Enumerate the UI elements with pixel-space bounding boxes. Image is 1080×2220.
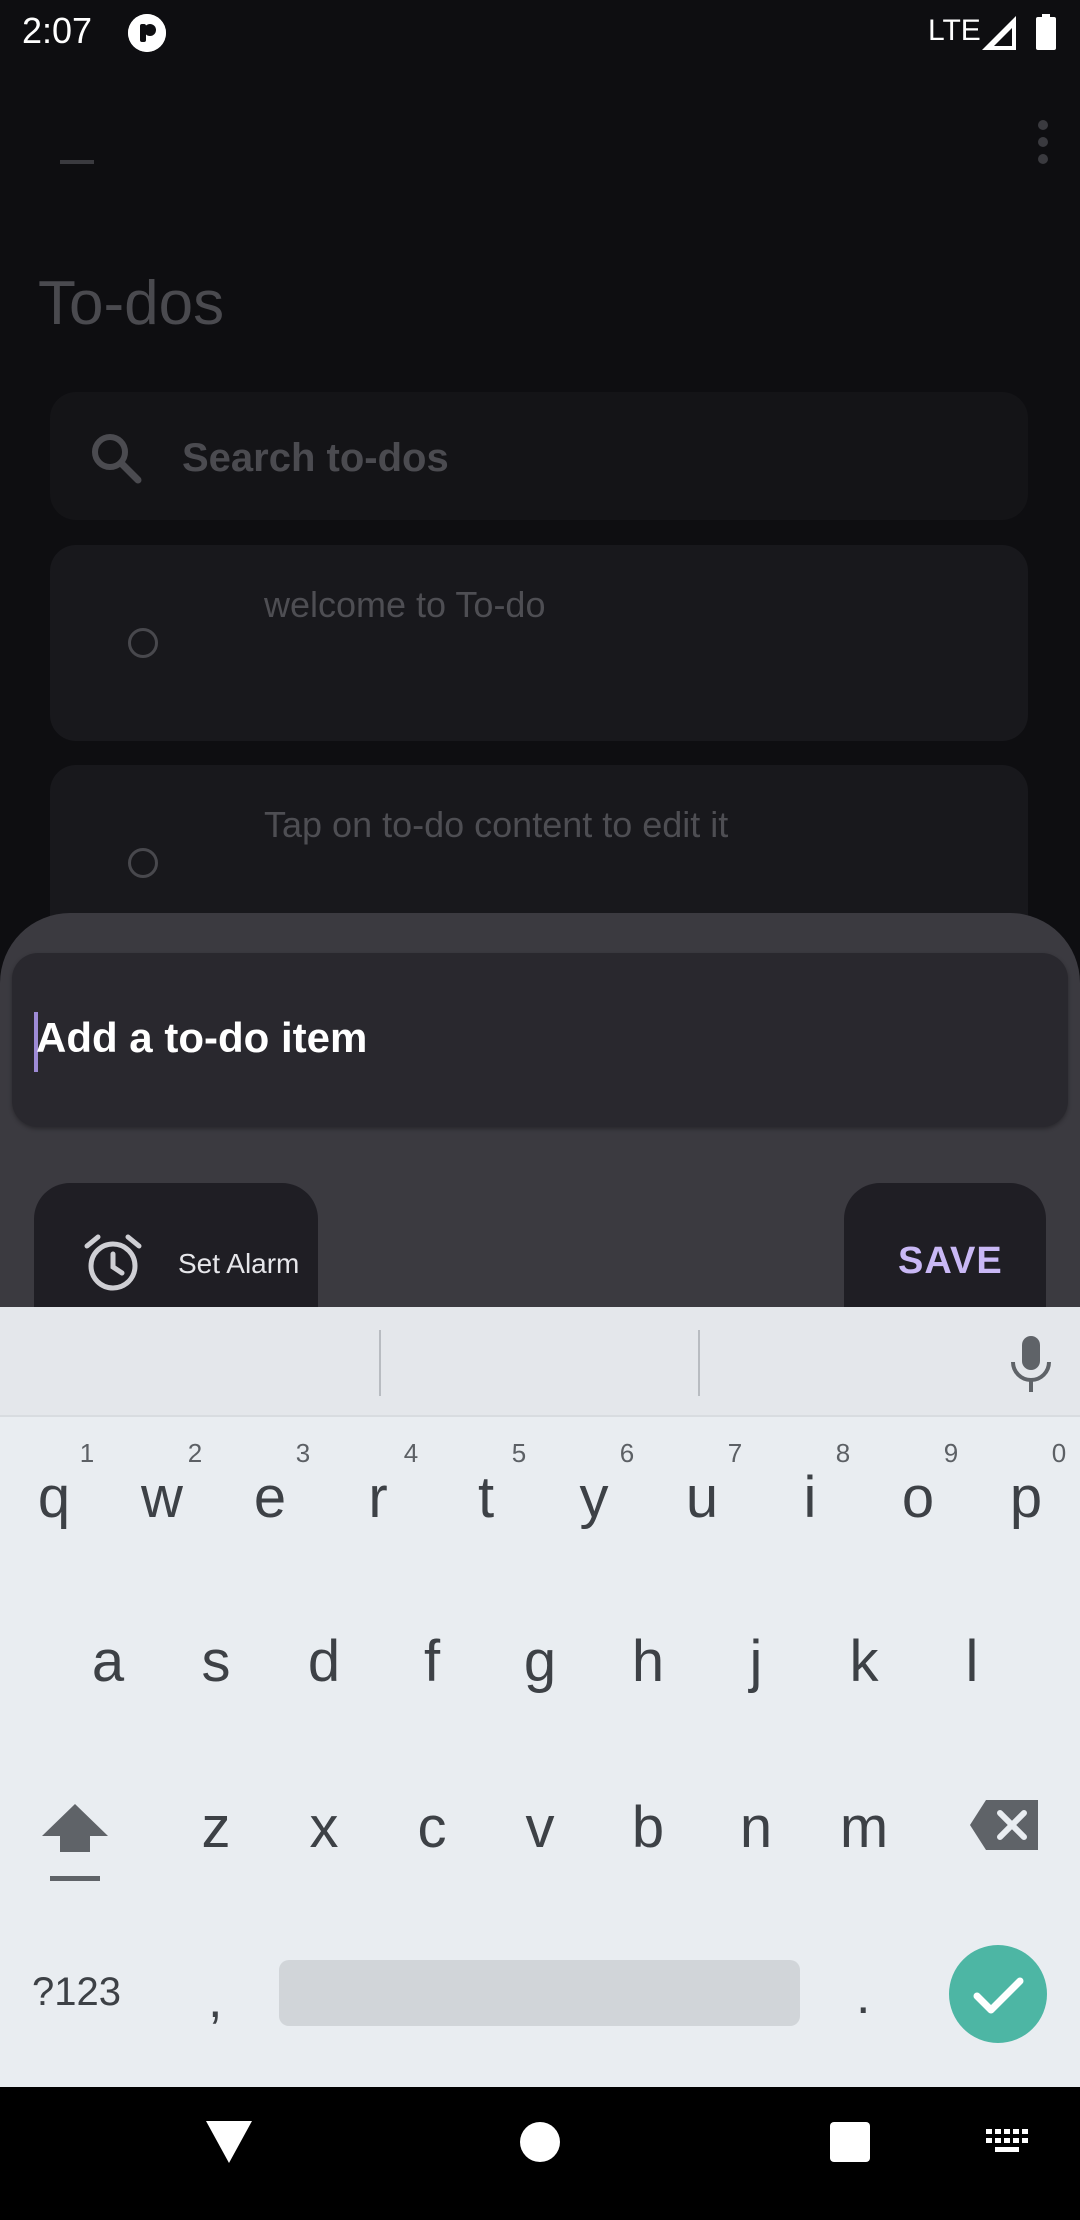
space-bar[interactable] bbox=[279, 1960, 800, 2026]
key-a[interactable]: a bbox=[68, 1628, 148, 1695]
more-vertical-icon[interactable] bbox=[1038, 120, 1050, 164]
key-b[interactable]: b bbox=[608, 1794, 688, 1861]
todo-input-text[interactable]: Add a to-do item bbox=[36, 1014, 367, 1062]
key-c[interactable]: c bbox=[392, 1794, 472, 1861]
key-u[interactable]: u bbox=[662, 1464, 742, 1531]
signal-icon bbox=[982, 16, 1016, 50]
suggestion-bar bbox=[0, 1307, 1080, 1417]
key-f[interactable]: f bbox=[392, 1628, 472, 1695]
symbols-key[interactable]: ?123 bbox=[32, 1970, 121, 2015]
alarm-clock-icon bbox=[82, 1232, 144, 1294]
status-bar: 2:07 LTE bbox=[0, 0, 1080, 66]
key-v[interactable]: v bbox=[500, 1794, 580, 1861]
suggestion-divider bbox=[698, 1330, 700, 1396]
key-g[interactable]: g bbox=[500, 1628, 580, 1695]
key-o[interactable]: o bbox=[878, 1464, 958, 1531]
suggestion-divider bbox=[379, 1330, 381, 1396]
key-q[interactable]: q bbox=[14, 1464, 94, 1531]
todo-checkbox[interactable] bbox=[128, 848, 158, 878]
key-h[interactable]: h bbox=[608, 1628, 688, 1695]
key-l[interactable]: l bbox=[932, 1628, 1012, 1695]
key-z[interactable]: z bbox=[176, 1794, 256, 1861]
todo-checkbox[interactable] bbox=[128, 628, 158, 658]
backspace-key[interactable] bbox=[970, 1800, 1038, 1850]
microphone-icon[interactable] bbox=[1004, 1334, 1058, 1394]
back-icon[interactable] bbox=[206, 2121, 252, 2163]
key-r[interactable]: r bbox=[338, 1464, 418, 1531]
battery-icon bbox=[1036, 14, 1056, 50]
recents-icon[interactable] bbox=[830, 2122, 870, 2162]
key-j[interactable]: j bbox=[716, 1628, 796, 1695]
status-time: 2:07 bbox=[22, 10, 93, 51]
key-e[interactable]: e bbox=[230, 1464, 310, 1531]
key-s[interactable]: s bbox=[176, 1628, 256, 1695]
shift-key[interactable] bbox=[40, 1802, 110, 1882]
save-label: SAVE bbox=[898, 1240, 1003, 1282]
key-m[interactable]: m bbox=[824, 1794, 904, 1861]
key-n[interactable]: n bbox=[716, 1794, 796, 1861]
key-y[interactable]: y bbox=[554, 1464, 634, 1531]
keyboard-switch-icon[interactable] bbox=[984, 2127, 1030, 2157]
menu-icon[interactable] bbox=[60, 160, 94, 164]
checkmark-icon bbox=[973, 1977, 1024, 2014]
todo-text[interactable]: welcome to To-do bbox=[264, 584, 545, 626]
comma-key[interactable]: , bbox=[208, 1970, 222, 2030]
key-i[interactable]: i bbox=[770, 1464, 850, 1531]
key-p[interactable]: p bbox=[986, 1464, 1066, 1531]
key-t[interactable]: t bbox=[446, 1464, 526, 1531]
enter-key[interactable] bbox=[949, 1945, 1047, 2043]
search-placeholder: Search to-dos bbox=[182, 436, 449, 480]
home-icon[interactable] bbox=[520, 2122, 560, 2162]
period-key[interactable]: . bbox=[856, 1966, 870, 2026]
navigation-bar bbox=[0, 2087, 1080, 2220]
key-d[interactable]: d bbox=[284, 1628, 364, 1695]
todo-card[interactable] bbox=[50, 545, 1028, 741]
todo-text[interactable]: Tap on to-do content to edit it bbox=[264, 804, 728, 846]
app-notification-icon bbox=[128, 14, 166, 52]
set-alarm-label: Set Alarm bbox=[178, 1248, 300, 1279]
key-k[interactable]: k bbox=[824, 1628, 904, 1695]
key-x[interactable]: x bbox=[284, 1794, 364, 1861]
network-type: LTE bbox=[928, 14, 981, 47]
key-w[interactable]: w bbox=[122, 1464, 202, 1531]
search-icon bbox=[86, 428, 146, 488]
page-title: To-dos bbox=[38, 269, 225, 338]
